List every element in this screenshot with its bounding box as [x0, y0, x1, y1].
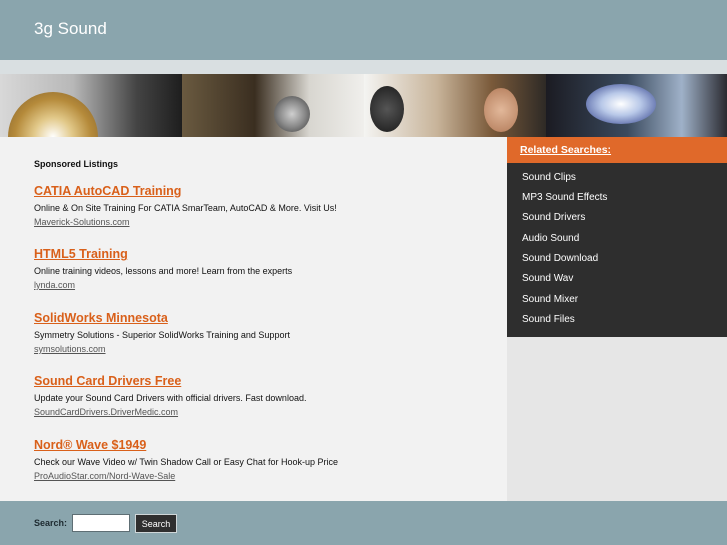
site-title[interactable]: 3g Sound	[34, 19, 107, 39]
related-search-link[interactable]: Sound Clips	[522, 172, 576, 183]
related-search-link[interactable]: Audio Sound	[522, 233, 579, 244]
listing-description: Online & On Site Training For CATIA Smar…	[34, 203, 337, 213]
listing-title-link[interactable]: CATIA AutoCAD Training	[34, 184, 494, 198]
listing-title-link[interactable]: HTML5 Training	[34, 247, 494, 261]
banner-microphone-image	[182, 74, 364, 137]
related-search-link[interactable]: Sound Wav	[522, 273, 573, 284]
banner-headphones-image	[364, 74, 546, 137]
sidebar-empty-area	[507, 337, 727, 501]
related-search-link[interactable]: Sound Download	[522, 253, 598, 264]
listing-item: HTML5 Training Online training videos, l…	[34, 247, 494, 290]
listing-description: Symmetry Solutions - Superior SolidWorks…	[34, 330, 290, 340]
search-label: Search:	[34, 518, 68, 528]
banner-cd-tray-image	[0, 74, 182, 137]
listing-url-link[interactable]: ProAudioStar.com/Nord-Wave-Sale	[34, 471, 494, 481]
related-search-link[interactable]: Sound Files	[522, 314, 575, 325]
listing-title-link[interactable]: Sound Card Drivers Free	[34, 374, 494, 388]
related-searches-header: Related Searches:	[507, 137, 727, 163]
listing-description: Update your Sound Card Drivers with offi…	[34, 393, 307, 403]
related-searches-list: Sound Clips MP3 Sound Effects Sound Driv…	[507, 163, 727, 337]
search-button[interactable]: Search	[135, 514, 177, 533]
related-searches-title[interactable]: Related Searches:	[520, 144, 611, 156]
related-search-link[interactable]: Sound Mixer	[522, 294, 578, 305]
listing-item: SolidWorks Minnesota Symmetry Solutions …	[34, 311, 494, 354]
listing-url-link[interactable]: Maverick-Solutions.com	[34, 217, 494, 227]
listing-item: Nord® Wave $1949 Check our Wave Video w/…	[34, 438, 494, 481]
related-search-link[interactable]: MP3 Sound Effects	[522, 192, 607, 203]
sponsored-listings-section: Sponsored Listings CATIA AutoCAD Trainin…	[0, 137, 507, 501]
listing-description: Online training videos, lessons and more…	[34, 266, 293, 276]
banner-top-band	[0, 60, 727, 74]
listing-title-link[interactable]: SolidWorks Minnesota	[34, 311, 494, 325]
listing-url-link[interactable]: symsolutions.com	[34, 344, 494, 354]
listing-url-link[interactable]: lynda.com	[34, 280, 494, 290]
listing-url-link[interactable]: SoundCardDrivers.DriverMedic.com	[34, 407, 494, 417]
site-header: 3g Sound	[0, 0, 727, 60]
search-footer: Search: Search	[0, 501, 727, 545]
related-searches-sidebar: Related Searches: Sound Clips MP3 Sound …	[507, 137, 727, 501]
listing-description: Check our Wave Video w/ Twin Shadow Call…	[34, 457, 338, 467]
listing-title-link[interactable]: Nord® Wave $1949	[34, 438, 494, 452]
sponsored-heading: Sponsored Listings	[34, 159, 119, 169]
search-input[interactable]	[72, 514, 130, 532]
banner-image-strip	[0, 74, 727, 137]
listing-item: Sound Card Drivers Free Update your Soun…	[34, 374, 494, 417]
listing-item: CATIA AutoCAD Training Online & On Site …	[34, 184, 494, 227]
related-search-link[interactable]: Sound Drivers	[522, 212, 585, 223]
banner-dvd-player-image	[546, 74, 727, 137]
